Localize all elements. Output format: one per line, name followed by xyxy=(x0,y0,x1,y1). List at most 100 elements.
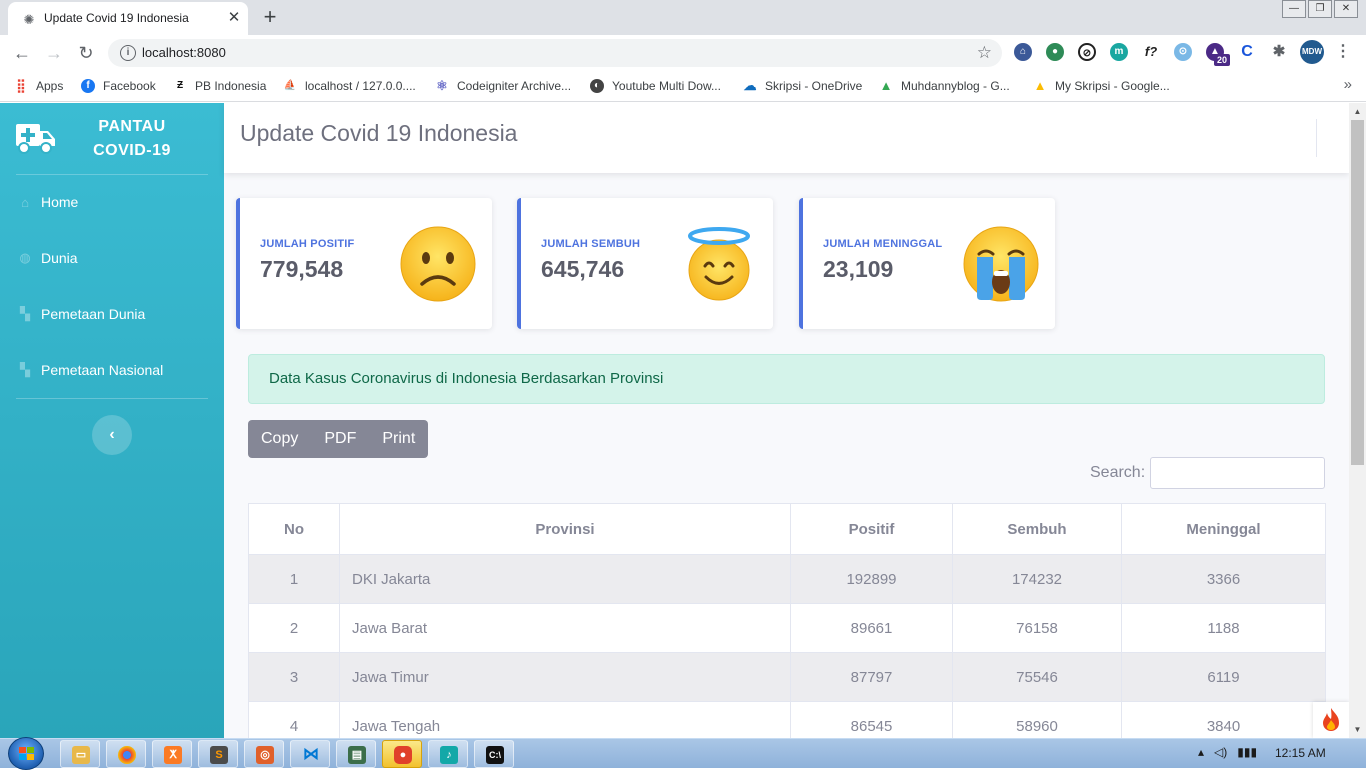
tiktok-icon: ♪ xyxy=(440,746,458,764)
home-icon: ⌂ xyxy=(21,194,29,210)
extension-fx-icon[interactable]: f? xyxy=(1142,43,1160,61)
extension-c-icon[interactable]: C xyxy=(1238,43,1256,61)
taskbar-app[interactable]: ◎ xyxy=(244,740,284,768)
bookmark-label: Skripsi - OneDrive xyxy=(765,79,863,93)
column-header-sembuh[interactable]: Sembuh xyxy=(952,503,1122,555)
xampp-icon: ⵅ xyxy=(164,746,182,764)
url-text[interactable]: localhost:8080 xyxy=(142,45,226,60)
bookmark-label: localhost / 127.0.0.... xyxy=(305,79,416,93)
globe-icon: ◐ xyxy=(590,79,604,93)
scrollbar-thumb[interactable] xyxy=(1351,120,1364,465)
bookmarks-overflow-icon[interactable]: » xyxy=(1344,76,1352,93)
table-row: 2 Jawa Barat 89661 76158 1188 xyxy=(248,603,1326,653)
search-input[interactable] xyxy=(1150,457,1325,489)
copy-button[interactable]: Copy xyxy=(248,420,311,458)
sidebar-item-label: Pemetaan Dunia xyxy=(41,306,146,322)
table-row: 1 DKI Jakarta 192899 174232 3366 xyxy=(248,554,1326,604)
bookmark-youtube-multi[interactable]: ◐ Youtube Multi Dow... xyxy=(590,77,721,95)
page-title: Update Covid 19 Indonesia xyxy=(240,120,518,146)
bookmark-label: My Skripsi - Google... xyxy=(1055,79,1170,93)
bookmark-my-skripsi[interactable]: ▲ My Skripsi - Google... xyxy=(1033,77,1170,95)
extensions-puzzle-icon[interactable]: ✱ xyxy=(1270,43,1288,61)
taskbar-cmd[interactable]: C:\ xyxy=(474,740,514,768)
extension-globe-icon[interactable]: ● xyxy=(1046,43,1064,61)
bookmark-codeigniter[interactable]: ⚛ Codeigniter Archive... xyxy=(435,77,571,95)
cell-meninggal: 3366 xyxy=(1121,554,1326,604)
bookmark-facebook[interactable]: f Facebook xyxy=(81,77,156,95)
bookmark-label: Facebook xyxy=(103,79,156,93)
app-icon: ◎ xyxy=(256,746,274,764)
table-row: 3 Jawa Timur 87797 75546 6119 xyxy=(248,652,1326,702)
taskbar-clock[interactable]: 12:15 AM xyxy=(1275,746,1326,760)
cell-meninggal: 6119 xyxy=(1121,652,1326,702)
cell-meninggal: 1188 xyxy=(1121,603,1326,653)
column-header-no[interactable]: No xyxy=(248,503,340,555)
print-button[interactable]: Print xyxy=(369,420,428,458)
reload-button[interactable]: ↻ xyxy=(74,41,98,65)
start-button[interactable] xyxy=(8,737,44,770)
forward-button[interactable]: → xyxy=(42,41,66,65)
cell-provinsi: Jawa Tengah xyxy=(339,701,791,738)
pdf-button[interactable]: PDF xyxy=(311,420,369,458)
card-label: JUMLAH MENINGGAL xyxy=(823,238,943,250)
page-scrollbar[interactable]: ▲ ▼ xyxy=(1349,103,1366,738)
cell-provinsi: DKI Jakarta xyxy=(339,554,791,604)
cell-no: 2 xyxy=(248,603,340,653)
bookmark-onedrive[interactable]: ☁ Skripsi - OneDrive xyxy=(743,77,863,95)
bookmark-pb-indonesia[interactable]: Ƶ PB Indonesia xyxy=(173,77,266,95)
brand-line-1: PANTAU xyxy=(98,118,166,135)
bookmark-star-icon[interactable]: ☆ xyxy=(977,43,992,63)
cell-positif: 192899 xyxy=(790,554,953,604)
taskbar-vscode[interactable]: ⋈ xyxy=(290,740,330,768)
browser-menu-icon[interactable]: ⋮ xyxy=(1334,43,1352,61)
column-header-meninggal[interactable]: Meninggal xyxy=(1121,503,1326,555)
bookmark-label: Codeigniter Archive... xyxy=(457,79,572,93)
taskbar-explorer[interactable]: ▭ xyxy=(60,740,100,768)
taskbar-recorder[interactable]: ● xyxy=(382,740,422,768)
facebook-icon: f xyxy=(81,79,95,93)
pb-logo-icon: Ƶ xyxy=(176,80,184,91)
taskbar-xampp[interactable]: ⵅ xyxy=(152,740,192,768)
bookmark-apps[interactable]: ⣿ Apps xyxy=(14,77,63,95)
taskbar-terminal-app[interactable]: ▤ xyxy=(336,740,376,768)
extension-search-icon[interactable]: ⊙ xyxy=(1174,43,1192,61)
scroll-down-arrow-icon[interactable]: ▼ xyxy=(1349,721,1366,738)
column-header-positif[interactable]: Positif xyxy=(790,503,953,555)
sidebar-item-home[interactable]: ⌂ Home xyxy=(0,174,224,230)
cell-provinsi: Jawa Timur xyxy=(339,652,791,702)
close-tab-icon[interactable]: ✕ xyxy=(226,9,242,27)
taskbar-tiktok[interactable]: ♪ xyxy=(428,740,468,768)
extension-block-icon[interactable]: ⊘ xyxy=(1078,43,1096,61)
sidebar-item-pemetaan-nasional[interactable]: ▚ Pemetaan Nasional xyxy=(0,342,224,398)
taskbar-chrome[interactable] xyxy=(106,740,146,768)
bookmark-localhost[interactable]: ⛵ localhost / 127.0.0.... xyxy=(283,77,416,95)
card-label: JUMLAH POSITIF xyxy=(260,238,355,250)
column-header-provinsi[interactable]: Provinsi xyxy=(339,503,791,555)
new-tab-button[interactable]: + xyxy=(258,5,282,29)
scroll-up-arrow-icon[interactable]: ▲ xyxy=(1349,103,1366,120)
minimize-button[interactable]: — xyxy=(1282,0,1306,18)
sidebar-brand[interactable]: PANTAU COVID-19 xyxy=(0,103,224,175)
sidebar-item-pemetaan-dunia[interactable]: ▚ Pemetaan Dunia xyxy=(0,286,224,342)
browser-tab[interactable]: ✺ Update Covid 19 Indonesia ✕ xyxy=(8,2,248,35)
info-icon[interactable]: i xyxy=(120,45,136,61)
sidebar-toggle-button[interactable]: ‹ xyxy=(92,415,132,455)
bookmark-label: PB Indonesia xyxy=(195,79,267,93)
close-window-button[interactable]: ✕ xyxy=(1334,0,1358,18)
back-button[interactable]: ← xyxy=(10,41,34,65)
brand-title: PANTAU COVID-19 xyxy=(72,115,192,163)
extension-m-icon[interactable]: m xyxy=(1110,43,1128,61)
profile-avatar[interactable]: MDW xyxy=(1300,40,1324,64)
extension-bank-icon[interactable]: ⌂ xyxy=(1014,43,1032,61)
floating-flame-button[interactable] xyxy=(1313,702,1349,738)
loudly-crying-face-emoji-icon xyxy=(963,226,1039,302)
map-icon: ▚ xyxy=(20,306,30,321)
system-tray[interactable]: ▴ ◁) ▮▮▮ xyxy=(1198,745,1257,759)
bookmark-muhdannyblog[interactable]: ▲ Muhdannyblog - G... xyxy=(879,77,1010,95)
taskbar-sublime[interactable]: S xyxy=(198,740,238,768)
topbar-divider xyxy=(1316,119,1317,157)
address-bar[interactable]: i localhost:8080 ☆ xyxy=(108,39,1002,67)
maximize-button[interactable]: ❐ xyxy=(1308,0,1332,18)
sidebar-item-dunia[interactable]: ◍ Dunia xyxy=(0,230,224,286)
cell-positif: 87797 xyxy=(790,652,953,702)
